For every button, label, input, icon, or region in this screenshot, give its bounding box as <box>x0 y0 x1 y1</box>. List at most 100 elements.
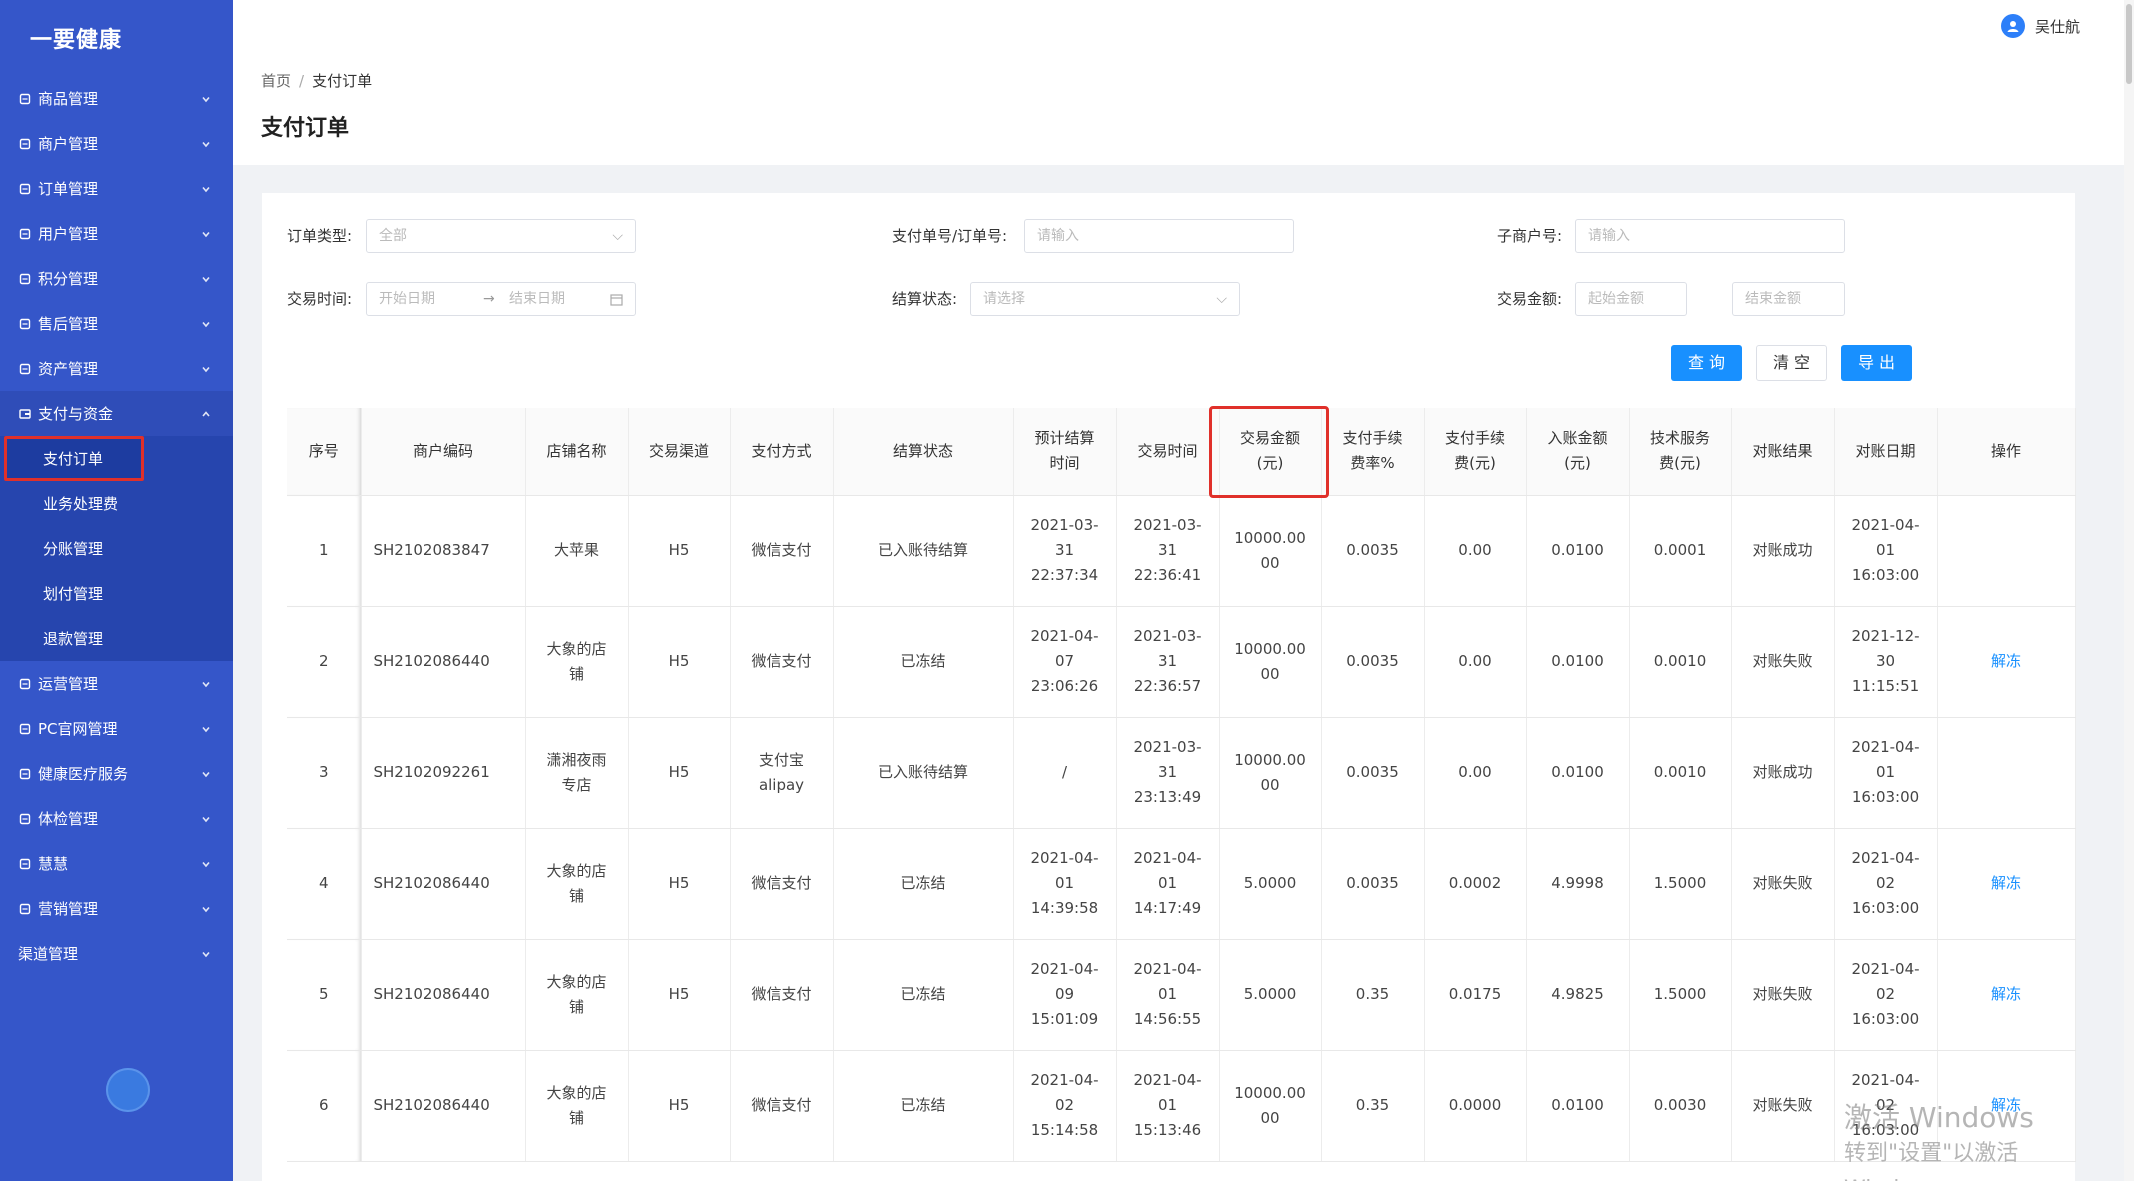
sidebar-item[interactable]: 体检管理 <box>0 796 233 841</box>
sidebar-item[interactable]: 用户管理 <box>0 211 233 256</box>
sidebar-item-label: 支付与资金 <box>38 405 114 423</box>
sidebar-item[interactable]: 商户管理 <box>0 121 233 166</box>
sidebar-item[interactable]: 资产管理 <box>0 346 233 391</box>
cell-time: 2021-03- 31 22:36:41 <box>1116 495 1220 607</box>
cell-pay: 微信支付 <box>730 828 834 940</box>
monitor-icon <box>18 722 32 736</box>
cell-channel: H5 <box>628 717 731 829</box>
aftersale-icon <box>18 317 32 331</box>
chevron-down-icon: ⌵ <box>612 228 623 244</box>
sidebar-subitem-active[interactable]: 支付订单 <box>4 436 144 481</box>
cell-channel: H5 <box>628 939 731 1051</box>
cell-fee: 0.00 <box>1424 717 1527 829</box>
cell-rate: 0.35 <box>1321 939 1425 1051</box>
sidebar-item-label: 慧慧 <box>38 855 69 873</box>
cell-status: 已冻结 <box>833 939 1014 1051</box>
sidebar-item[interactable]: 商品管理 <box>0 76 233 121</box>
cell-shop: 潇湘夜雨 专店 <box>525 717 629 829</box>
store-icon <box>18 137 32 151</box>
query-button[interactable]: 查 询 <box>1671 345 1742 381</box>
sub-merchant-label: 子商户号: <box>1497 227 1563 245</box>
cell-result: 对账失败 <box>1731 939 1835 1051</box>
cell-tech: 1.5000 <box>1629 939 1732 1051</box>
column-header: 支付手续 费(元) <box>1424 408 1527 496</box>
cell-channel: H5 <box>628 828 731 940</box>
brand-logo: 一要健康 <box>30 28 123 53</box>
sidebar-item[interactable]: 健康医疗服务 <box>0 751 233 796</box>
sidebar-subitem[interactable]: 退款管理 <box>0 616 233 661</box>
column-header: 商户编码 <box>361 408 526 496</box>
cell-code: SH2102086440 <box>361 828 526 940</box>
sidebar-item[interactable]: PC官网管理 <box>0 706 233 751</box>
unfreeze-link[interactable]: 解冻 <box>1937 828 2076 940</box>
table-header-row: 序号 商户编码 店铺名称 交易渠道 支付方式 结算状态 预计结算 时间 交易时间 交易金额 (元… <box>287 408 2076 496</box>
order-type-select[interactable]: 全部 ⌵ <box>366 219 636 253</box>
cell-time: 2021-03- 31 23:13:49 <box>1116 717 1220 829</box>
sidebar-item[interactable]: 慧慧 <box>0 841 233 886</box>
cell-no: 4 <box>287 828 362 940</box>
column-header: 对账日期 <box>1834 408 1938 496</box>
checkup-icon <box>18 812 32 826</box>
column-header: 支付手续 费率% <box>1321 408 1425 496</box>
export-button[interactable]: 导 出 <box>1841 345 1912 381</box>
settle-status-select[interactable]: 请选择 ⌵ <box>970 282 1240 316</box>
sidebar-item[interactable]: 运营管理 <box>0 661 233 706</box>
trade-time-range[interactable]: 开始日期 → 结束日期 <box>366 282 636 316</box>
cell-date: 2021-04- 01 16:03:00 <box>1834 717 1938 829</box>
pay-no-input[interactable]: 请输入 <box>1024 219 1294 253</box>
windows-activation-watermark: 激活 Windows 转到"设置"以激活 Windows。 <box>1844 1100 2134 1181</box>
cell-shop: 大苹果 <box>525 495 629 607</box>
sidebar-subitem[interactable]: 业务处理费 <box>0 481 233 526</box>
sidebar-item-label: 资产管理 <box>38 360 99 378</box>
column-header: 结算状态 <box>833 408 1014 496</box>
cell-time: 2021-04- 01 14:56:55 <box>1116 939 1220 1051</box>
headset-icon <box>18 857 32 871</box>
sidebar-item[interactable]: 积分管理 <box>0 256 233 301</box>
cell-status: 已入账待结算 <box>833 717 1014 829</box>
chevron-up-icon <box>199 407 213 421</box>
chevron-down-icon <box>199 902 213 916</box>
sidebar-item[interactable]: 渠道管理 <box>0 931 233 976</box>
sidebar-item[interactable]: 售后管理 <box>0 301 233 346</box>
cell-rate: 0.0035 <box>1321 828 1425 940</box>
sidebar-item[interactable]: 订单管理 <box>0 166 233 211</box>
unfreeze-link[interactable]: 解冻 <box>1937 606 2076 718</box>
settle-status-placeholder: 请选择 <box>983 291 1025 307</box>
unfreeze-link[interactable]: 解冻 <box>1937 939 2076 1051</box>
chevron-down-icon <box>199 272 213 286</box>
cell-income: 0.0100 <box>1526 495 1630 607</box>
cell-fee: 0.0175 <box>1424 939 1527 1051</box>
chevron-down-icon <box>199 92 213 106</box>
cell-result: 对账失败 <box>1731 828 1835 940</box>
sidebar-subitem[interactable]: 分账管理 <box>0 526 233 571</box>
table-row: 1 SH2102083847 大苹果 H5 微信支付 已入账待结算 2021-03- 31 … <box>287 495 2076 607</box>
amount-min-input[interactable]: 起始金额 <box>1575 282 1687 316</box>
table-row: 2 SH2102086440 大象的店 铺 H5 微信支付 已冻结 2021-04- 07 … <box>287 606 2076 718</box>
table-row: 3 SH2102092261 潇湘夜雨 专店 H5 支付宝 alipay 已入账待结算/2… <box>287 717 2076 829</box>
clear-button[interactable]: 清 空 <box>1756 345 1827 381</box>
watermark-line1: 激活 Windows <box>1844 1101 2034 1134</box>
column-header: 序号 <box>287 408 362 496</box>
sidebar-item[interactable]: 营销管理 <box>0 886 233 931</box>
user-menu[interactable]: 吴仕航 <box>2000 14 2080 38</box>
column-header: 店铺名称 <box>525 408 629 496</box>
page-scrollbar[interactable] <box>2124 0 2134 1181</box>
chevron-down-icon <box>199 362 213 376</box>
amount-max-input[interactable]: 结束金额 <box>1732 282 1845 316</box>
floating-assistant-button[interactable] <box>106 1068 150 1112</box>
pay-no-label: 支付单号/订单号: <box>892 227 1008 245</box>
breadcrumb-home[interactable]: 首页 <box>261 72 291 90</box>
calendar-icon <box>610 283 623 318</box>
cell-tech: 0.0001 <box>1629 495 1732 607</box>
sidebar-subitem[interactable]: 划付管理 <box>0 571 233 616</box>
sidebar-item-payment[interactable]: 支付与资金 <box>0 391 233 436</box>
cell-date: 2021-04- 01 16:03:00 <box>1834 495 1938 607</box>
cell-time: 2021-04- 01 14:17:49 <box>1116 828 1220 940</box>
sub-merchant-input[interactable]: 请输入 <box>1575 219 1845 253</box>
sidebar-item-label: 商户管理 <box>38 135 99 153</box>
cell-amount: 10000.00 00 <box>1219 717 1322 829</box>
medical-icon <box>18 767 32 781</box>
cell-time: 2021-03- 31 22:36:57 <box>1116 606 1220 718</box>
orders-table: 序号 商户编码 店铺名称 交易渠道 支付方式 结算状态 预计结算 时间 交易时间 交易金额 (元… <box>287 408 2076 1162</box>
cell-tech: 0.0010 <box>1629 717 1732 829</box>
